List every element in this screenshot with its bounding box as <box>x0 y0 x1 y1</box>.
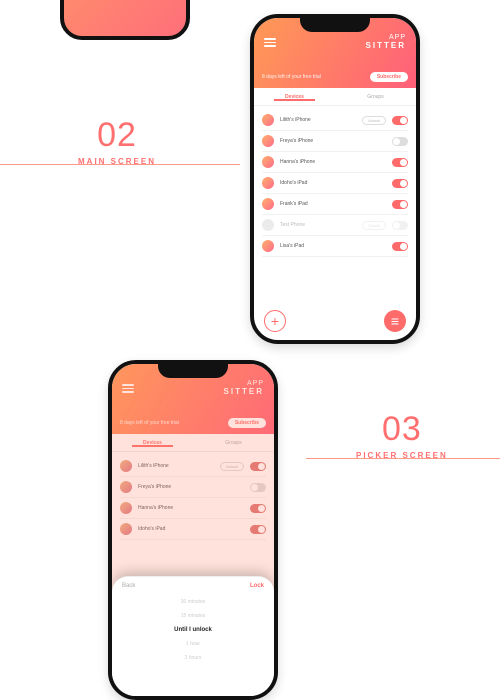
lock-button[interactable]: Lock <box>250 583 264 589</box>
chat-button[interactable]: ≡ <box>384 310 406 332</box>
picker-option[interactable]: 1 hour <box>122 637 264 651</box>
section-number: 03 <box>356 410 448 449</box>
device-name: Test Phone <box>280 222 356 228</box>
section-number: 02 <box>78 116 156 155</box>
device-name: Hanna's iPhone <box>280 159 386 165</box>
device-name: Frank's iPad <box>280 201 386 207</box>
device-row[interactable]: Freya's iPhone <box>262 131 408 152</box>
device-row[interactable]: Frank's iPad <box>262 194 408 215</box>
phone-fragment <box>60 0 190 40</box>
avatar-icon <box>262 219 274 231</box>
device-name: Lilith's iPhone <box>280 117 356 123</box>
toggle[interactable] <box>392 116 408 125</box>
chat-icon: ≡ <box>391 313 399 329</box>
toggle[interactable] <box>392 200 408 209</box>
toggle[interactable] <box>392 158 408 167</box>
subscribe-button[interactable]: Subscribe <box>370 72 408 82</box>
phone-main-screen: APPSITTER 8 days left of your free trial… <box>250 14 420 344</box>
picker-sheet: Back Lock 30 minutes15 minutesUntil I un… <box>112 576 274 696</box>
notch <box>158 364 228 378</box>
device-list: Lilith's iPhone Unlock Freya's iPhone Hanna… <box>254 106 416 261</box>
device-row[interactable]: Lisa's iPad <box>262 236 408 257</box>
action-pill[interactable]: Delete <box>362 221 386 230</box>
device-name: Freya's iPhone <box>280 138 386 144</box>
divider-line <box>306 458 500 459</box>
trial-text: 8 days left of your free trial <box>262 74 364 80</box>
divider-line <box>0 164 240 165</box>
avatar-icon <box>262 240 274 252</box>
phone-picker-screen: APPSITTER 8 days left of your free trial… <box>108 360 278 700</box>
device-name: Idoho's iPad <box>280 180 386 186</box>
tab-devices[interactable]: Devices <box>254 94 335 100</box>
device-row[interactable]: Test Phone Delete <box>262 215 408 236</box>
device-row[interactable]: Lilith's iPhone Unlock <box>262 110 408 131</box>
tabs: Devices Groups <box>254 88 416 106</box>
add-button[interactable]: + <box>264 310 286 332</box>
picker-option[interactable]: 30 minutes <box>122 595 264 609</box>
toggle[interactable] <box>392 179 408 188</box>
device-name: Lisa's iPad <box>280 243 386 249</box>
app-brand: APPSITTER <box>366 34 406 51</box>
device-row[interactable]: Idoho's iPad <box>262 173 408 194</box>
avatar-icon <box>262 156 274 168</box>
action-pill[interactable]: Unlock <box>362 116 386 125</box>
toggle[interactable] <box>392 137 408 146</box>
avatar-icon <box>262 177 274 189</box>
picker-option[interactable]: 2 hours <box>122 651 264 665</box>
avatar-icon <box>262 114 274 126</box>
toggle[interactable] <box>392 242 408 251</box>
device-row[interactable]: Hanna's iPhone <box>262 152 408 173</box>
menu-icon[interactable] <box>264 38 276 48</box>
picker-option[interactable]: Until I unlock <box>122 623 264 637</box>
notch <box>300 18 370 32</box>
back-button[interactable]: Back <box>122 583 135 589</box>
plus-icon: + <box>271 313 279 329</box>
toggle[interactable] <box>392 221 408 230</box>
picker-option[interactable]: 15 minutes <box>122 609 264 623</box>
tab-groups[interactable]: Groups <box>335 94 416 100</box>
picker-options[interactable]: 30 minutes15 minutesUntil I unlock1 hour… <box>122 595 264 665</box>
avatar-icon <box>262 198 274 210</box>
section-03-label: 03 PICKER SCREEN <box>356 410 448 460</box>
section-02-label: 02 MAIN SCREEN <box>78 116 156 166</box>
avatar-icon <box>262 135 274 147</box>
